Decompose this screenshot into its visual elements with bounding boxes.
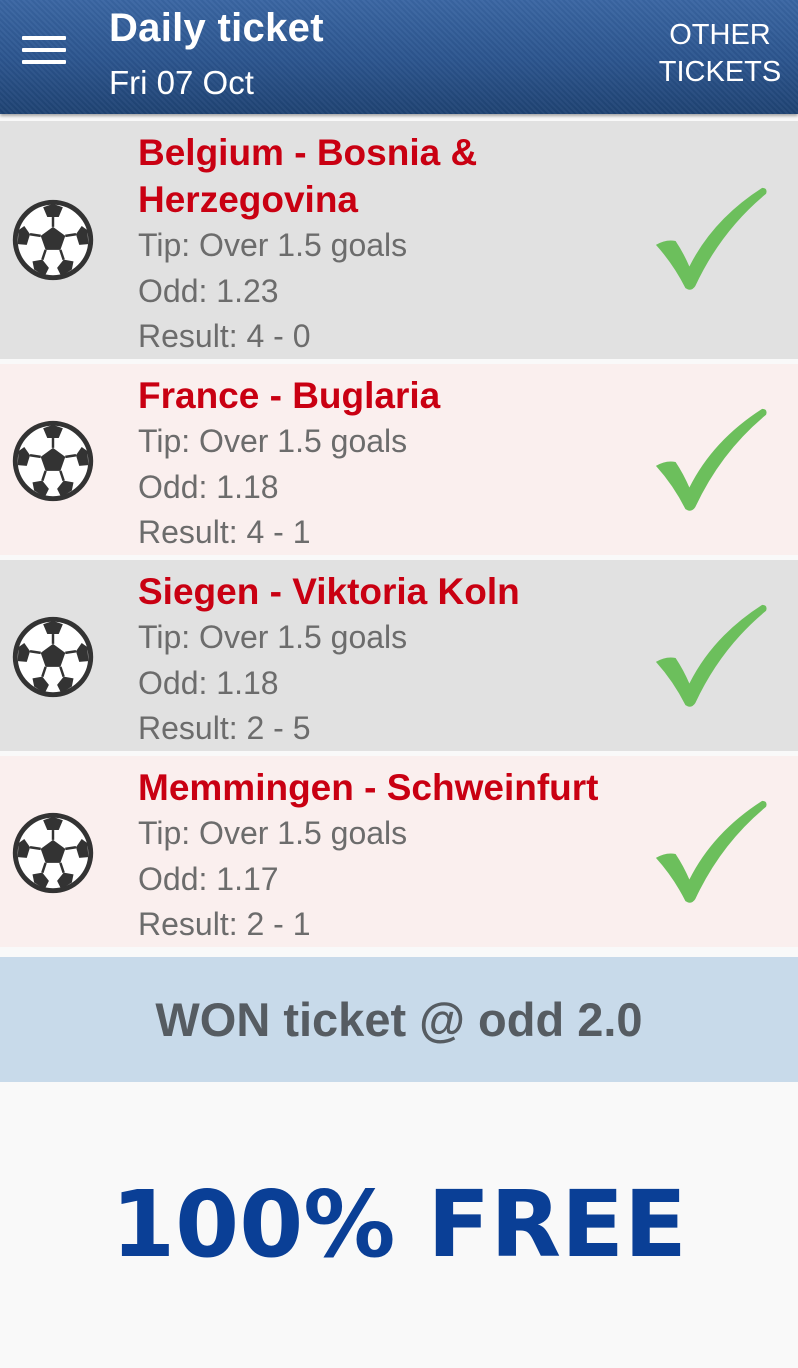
match-result: Result: 4 - 1: [138, 514, 311, 550]
match-odd: Odd: 1.18: [138, 468, 279, 505]
match-teams: Belgium - Bosnia & Herzegovina: [138, 132, 478, 220]
ticket-summary: WON ticket @ odd 2.0: [0, 957, 798, 1082]
match-details: Siegen - Viktoria Koln Tip: Over 1.5 goa…: [138, 568, 638, 751]
match-result: Result: 2 - 5: [138, 710, 311, 746]
match-odd: Odd: 1.17: [138, 860, 279, 897]
match-teams: France - Buglaria: [138, 375, 441, 416]
menu-line: [22, 60, 66, 64]
match-details: France - Buglaria Tip: Over 1.5 goals Od…: [138, 372, 638, 555]
match-odd: Odd: 1.18: [138, 664, 279, 701]
match-tip: Tip: Over 1.5 goals: [138, 619, 408, 655]
match-row[interactable]: Memmingen - Schweinfurt Tip: Over 1.5 go…: [0, 756, 798, 947]
menu-line: [22, 36, 66, 40]
soccer-ball-icon: [12, 199, 94, 281]
other-tickets-button[interactable]: OTHER TICKETS: [656, 17, 784, 91]
other-tickets-label-line2: TICKETS: [658, 56, 782, 88]
menu-line: [22, 48, 66, 52]
check-icon: [655, 408, 767, 511]
match-tip: Tip: Over 1.5 goals: [138, 423, 408, 459]
promo-banner: 100% FREE: [111, 1171, 687, 1278]
match-list: Belgium - Bosnia & Herzegovina Tip: Over…: [0, 121, 798, 947]
other-tickets-label-line1: OTHER: [669, 19, 771, 51]
check-icon: [655, 187, 767, 290]
ticket-date: Fri 07 Oct: [109, 64, 254, 101]
hamburger-menu-icon[interactable]: [22, 36, 68, 70]
page-title: Daily ticket: [109, 6, 324, 50]
match-tip: Tip: Over 1.5 goals: [138, 815, 408, 851]
soccer-ball-icon: [12, 812, 94, 894]
match-row[interactable]: Siegen - Viktoria Koln Tip: Over 1.5 goa…: [0, 560, 798, 751]
match-row[interactable]: France - Buglaria Tip: Over 1.5 goals Od…: [0, 364, 798, 555]
match-result: Result: 4 - 0: [138, 318, 311, 354]
check-icon: [655, 604, 767, 707]
match-teams: Memmingen - Schweinfurt: [138, 767, 599, 808]
match-row[interactable]: Belgium - Bosnia & Herzegovina Tip: Over…: [0, 121, 798, 359]
match-odd: Odd: 1.23: [138, 272, 279, 309]
match-details: Belgium - Bosnia & Herzegovina Tip: Over…: [138, 129, 638, 359]
app-bar: Daily ticket Fri 07 Oct OTHER TICKETS: [0, 0, 798, 114]
soccer-ball-icon: [12, 420, 94, 502]
soccer-ball-icon: [12, 616, 94, 698]
match-tip: Tip: Over 1.5 goals: [138, 227, 408, 263]
match-teams: Siegen - Viktoria Koln: [138, 571, 520, 612]
match-details: Memmingen - Schweinfurt Tip: Over 1.5 go…: [138, 764, 638, 947]
match-result: Result: 2 - 1: [138, 906, 311, 942]
check-icon: [655, 800, 767, 903]
